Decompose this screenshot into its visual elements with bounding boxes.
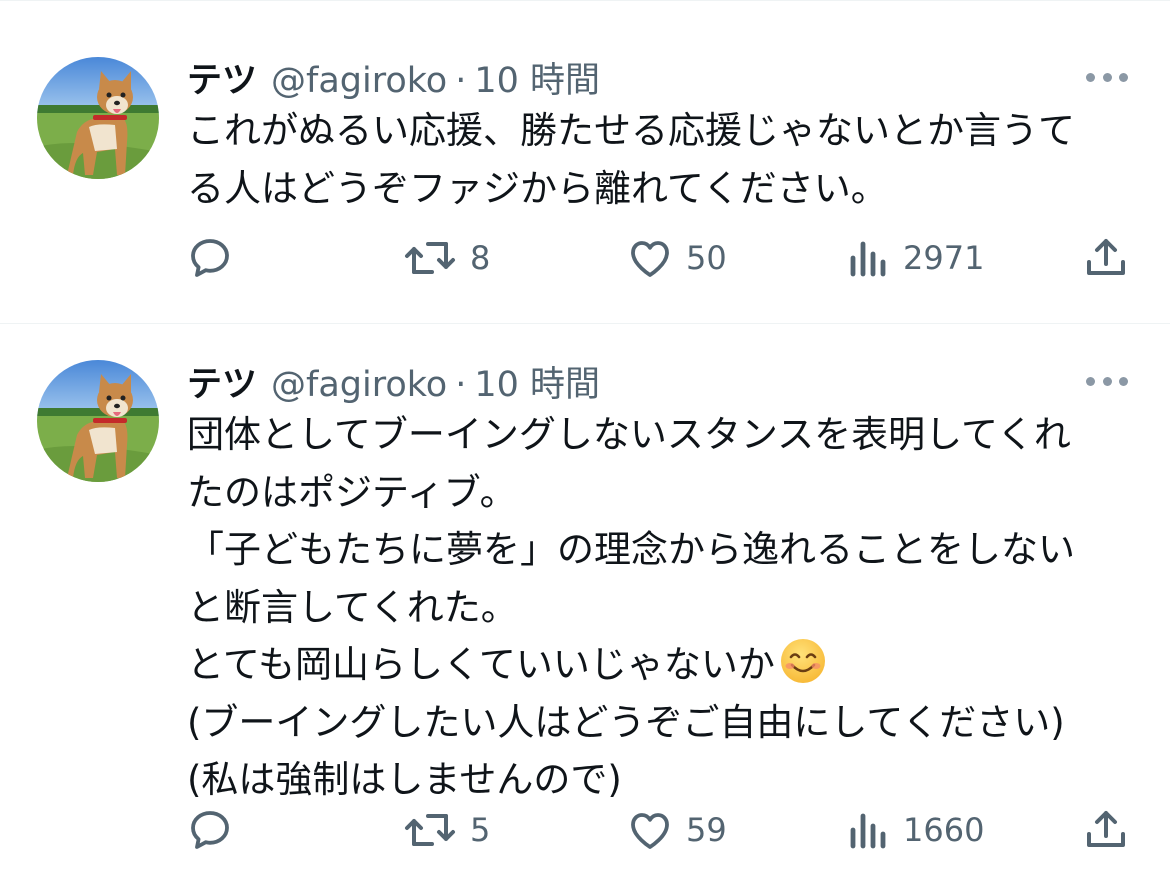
tweet-text: これがぬるい応援、勝たせる応援じゃないとか言うて る人はどうぞファジから離れてく… — [187, 102, 1147, 217]
more-dot — [1086, 72, 1095, 82]
display-name[interactable]: テツ — [187, 52, 257, 103]
share-icon — [1087, 811, 1125, 847]
tweet-text-line: る人はどうぞファジから離れてください。 — [187, 166, 888, 210]
tweet-text-line: 「子どもたちに夢を」の理念から逸れることをしない — [187, 528, 1075, 571]
views-button[interactable]: 2971 — [847, 228, 984, 288]
retweet-icon — [405, 242, 455, 274]
more-dot — [1119, 376, 1128, 386]
separator-dot: · — [455, 365, 467, 405]
smiling-face-emoji — [780, 639, 825, 683]
tweet-text-line: これがぬるい応援、勝たせる応援じゃないとか言うて — [187, 109, 1075, 152]
tweet[interactable]: テツ @fagiroko · 10 時間 団体としてブーイングしないスタンスを表… — [0, 324, 1170, 892]
views-button[interactable]: 1660 — [847, 800, 984, 860]
action-bar: 5 59 1660 — [0, 800, 1170, 860]
more-dot — [1119, 72, 1128, 82]
tweet[interactable]: テツ @fagiroko · 10 時間 これがぬるい応援、勝たせる応援じゃない… — [0, 0, 1170, 324]
tweet-text-line: (ブーイングしたい人はどうぞご自由にしてください) — [187, 700, 1065, 744]
like-count: 50 — [686, 239, 727, 277]
retweet-button[interactable]: 8 — [402, 228, 490, 288]
tweet-text-line: たのはポジティブ。 — [187, 470, 517, 514]
heart-icon — [631, 241, 669, 277]
tweet-header: テツ @fagiroko · 10 時間 — [187, 356, 600, 405]
avatar-dog-image — [37, 360, 159, 482]
more-dot — [1102, 72, 1112, 82]
timestamp[interactable]: 10 時間 — [474, 356, 600, 407]
more-dot — [1086, 376, 1095, 386]
tweet-text-line: とても岡山らしくていいじゃないか — [187, 643, 775, 686]
avatar[interactable] — [37, 57, 159, 179]
reply-button[interactable] — [186, 228, 246, 288]
tweet-header: テツ @fagiroko · 10 時間 — [187, 52, 600, 101]
separator-dot: · — [455, 61, 467, 101]
user-handle[interactable]: @fagiroko — [271, 365, 447, 405]
tweet-text-line: と断言してくれた。 — [187, 585, 518, 629]
timestamp[interactable]: 10 時間 — [474, 52, 600, 103]
heart-icon — [631, 813, 669, 849]
views-icon — [850, 241, 886, 277]
views-icon — [850, 813, 886, 849]
like-button[interactable]: 50 — [626, 228, 727, 288]
like-button[interactable]: 59 — [626, 800, 727, 860]
like-count: 59 — [686, 811, 727, 849]
avatar[interactable] — [37, 360, 159, 482]
reply-icon — [191, 811, 229, 849]
avatar-dog-image — [37, 57, 159, 179]
tweet-text-line: 団体としてブーイングしないスタンスを表明してくれ — [187, 413, 1071, 456]
more-icon[interactable] — [1086, 71, 1128, 83]
views-count: 2971 — [903, 239, 985, 277]
display-name[interactable]: テツ — [187, 356, 257, 407]
more-icon[interactable] — [1086, 375, 1128, 387]
reply-button[interactable] — [186, 800, 246, 860]
share-icon — [1087, 239, 1125, 275]
tweet-text-line-with-emoji: とても岡山らしくていいじゃないか — [187, 636, 1147, 694]
retweet-button[interactable]: 5 — [402, 800, 490, 860]
share-button[interactable] — [1082, 228, 1130, 288]
retweet-icon — [405, 814, 455, 846]
user-handle[interactable]: @fagiroko — [271, 61, 447, 101]
more-dot — [1102, 376, 1112, 386]
tweet-text: 団体としてブーイングしないスタンスを表明してくれ たのはポジティブ。 「子どもた… — [187, 406, 1147, 809]
share-button[interactable] — [1082, 800, 1130, 860]
retweet-count: 5 — [470, 811, 491, 849]
retweet-count: 8 — [470, 239, 491, 277]
action-bar: 8 50 2971 — [0, 228, 1170, 288]
reply-icon — [191, 239, 229, 277]
views-count: 1660 — [903, 811, 985, 849]
